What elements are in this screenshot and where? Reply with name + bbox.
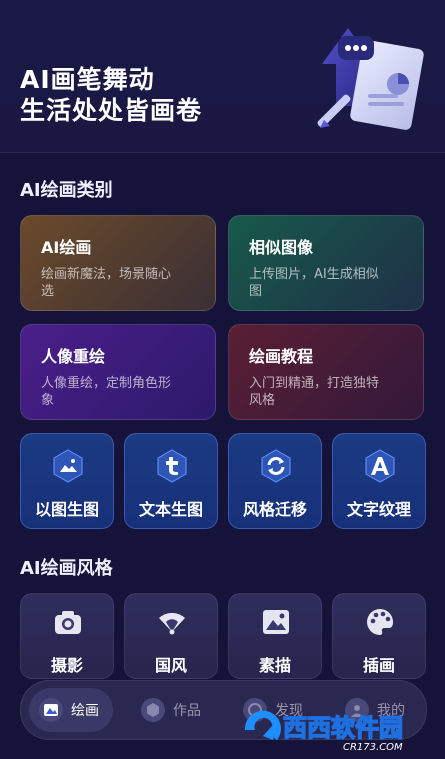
card-title: 人像重绘 [41, 347, 106, 366]
card-similar-image[interactable]: 相似图像 上传图片，AI生成相似图 [228, 215, 424, 311]
picture-icon [263, 610, 289, 634]
tool-image-to-image[interactable]: 以图生图 [20, 433, 114, 529]
palette-icon [367, 609, 393, 635]
hero-line-1: AI画笔舞动 [20, 65, 155, 94]
tool-text-to-image[interactable]: 文本生图 [124, 433, 218, 529]
tool-label: 风格迁移 [242, 500, 307, 519]
watermark-text: 西西软件园 [283, 714, 403, 742]
card-desc: 上传图片，AI生成相似图 [249, 267, 379, 299]
tool-label: 以图生图 [34, 500, 99, 519]
watermark-logo: 西西软件园 CR173.COM [243, 706, 438, 754]
tool-style-transfer[interactable]: 风格迁移 [228, 433, 322, 529]
style-label: 插画 [362, 656, 395, 675]
tool-label: 文字纹理 [346, 500, 411, 519]
text-t-icon [157, 449, 187, 483]
image-icon [53, 449, 83, 483]
card-title: 相似图像 [249, 238, 314, 257]
style-label: 素描 [258, 656, 291, 675]
camera-icon [55, 611, 81, 634]
hero-banner: AI画笔舞动 生活处处皆画卷 [0, 0, 445, 153]
style-label: 国风 [154, 656, 187, 675]
tool-text-texture[interactable]: 文字纹理 [332, 433, 426, 529]
card-title: 绘画教程 [249, 347, 314, 366]
card-ai-painting[interactable]: AI绘画 绘画新魔法，场景随心选 [20, 215, 216, 311]
card-portrait-redraw[interactable]: 人像重绘 人像重绘，定制角色形象 [20, 324, 216, 420]
hero-illustration-icon [317, 28, 424, 130]
mountain-icon [39, 698, 63, 722]
card-desc: 入门到精通，打造独特风格 [249, 376, 380, 408]
card-title: AI绘画 [41, 238, 92, 257]
style-chinese[interactable]: 国风 [124, 593, 218, 679]
card-painting-tutorial[interactable]: 绘画教程 入门到精通，打造独特风格 [228, 324, 424, 420]
categories-title: AI绘画类别 [20, 180, 113, 201]
refresh-icon [261, 449, 291, 483]
card-desc: 绘画新魔法，场景随心选 [41, 267, 172, 299]
style-photography[interactable]: 摄影 [20, 593, 114, 679]
style-sketch[interactable]: 素描 [228, 593, 322, 679]
cube-icon [141, 698, 165, 722]
letter-a-icon [365, 449, 395, 483]
tab-label: 绘画 [71, 703, 99, 719]
tab-label: 作品 [173, 703, 201, 719]
card-desc: 人像重绘，定制角色形象 [41, 376, 172, 408]
tab-painting[interactable]: 绘画 [29, 688, 113, 732]
style-illustration[interactable]: 插画 [332, 593, 426, 679]
tool-label: 文本生图 [138, 500, 203, 519]
watermark-sub: CR173.COM [343, 742, 403, 753]
hero-title: AI画笔舞动 生活处处皆画卷 [20, 64, 202, 126]
style-label: 摄影 [50, 656, 83, 675]
hero-line-2: 生活处处皆画卷 [20, 96, 203, 125]
styles-title: AI绘画风格 [20, 558, 113, 579]
tab-works[interactable]: 作品 [131, 688, 215, 732]
fan-icon [159, 612, 185, 635]
